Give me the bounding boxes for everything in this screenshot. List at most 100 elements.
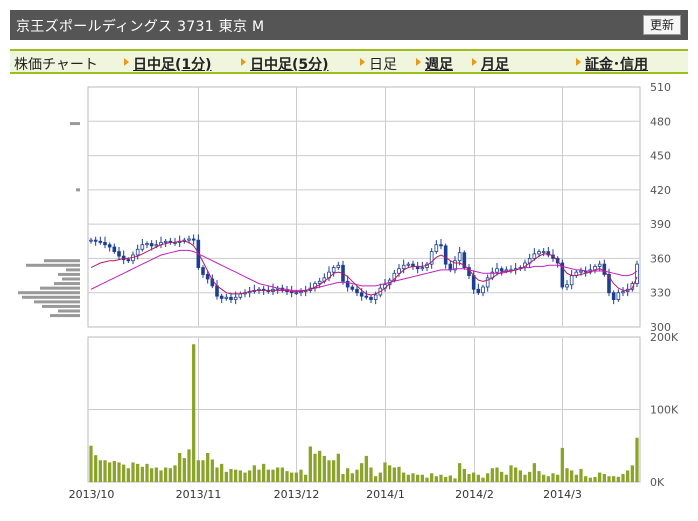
candle-body (201, 267, 205, 275)
candle-body (350, 286, 355, 290)
volume-bar (350, 473, 354, 482)
volume-bar (304, 474, 308, 482)
volume-bar (416, 474, 420, 482)
candle-body (135, 248, 140, 256)
candle-body (215, 285, 219, 297)
volume-bar (285, 471, 289, 482)
price-tick-label: 360 (650, 252, 671, 265)
volume-bar (462, 468, 466, 482)
candle-body (154, 244, 159, 247)
volume-bar (168, 468, 172, 482)
stock-chart: 3003303603904204504805100K100K200K2013/1… (18, 81, 679, 501)
candle-body (434, 244, 439, 252)
date-tick-label: 2014/3 (543, 488, 582, 501)
volume-bar (341, 474, 345, 482)
price-volume-bar (22, 295, 80, 299)
volume-bar (257, 469, 261, 482)
volume-bar (616, 476, 620, 482)
volume-bar (234, 469, 238, 482)
volume-bar (504, 474, 508, 482)
volume-bar (280, 467, 284, 482)
volume-bar (588, 477, 592, 482)
volume-bar (117, 462, 121, 482)
price-volume-bar (70, 122, 80, 126)
price-tick-label: 480 (650, 115, 671, 128)
volume-bar (532, 463, 536, 482)
candle-body (224, 296, 229, 299)
volume-bar (621, 474, 625, 482)
volume-bar (271, 469, 275, 482)
candle-body (187, 238, 191, 241)
date-tick-label: 2013/12 (274, 488, 320, 501)
date-tick-label: 2014/1 (366, 488, 405, 501)
price-volume-bar (62, 277, 80, 281)
volume-bar (439, 474, 443, 482)
candle-body (476, 288, 481, 294)
volume-bar (467, 474, 471, 482)
candle-body (611, 292, 616, 300)
volume-bar (136, 463, 140, 482)
candle-body (107, 244, 112, 248)
candle-body (126, 259, 131, 262)
price-volume-bar (54, 282, 80, 286)
volume-bar (290, 472, 294, 482)
price-volume-bar (58, 309, 80, 313)
volume-bar (556, 474, 560, 482)
volume-bar (276, 467, 280, 482)
price-tick-label: 510 (650, 81, 671, 94)
candle-body (406, 263, 411, 266)
volume-bar (378, 472, 382, 482)
volume-tick-label: 100K (650, 404, 679, 417)
candle-body (565, 284, 569, 288)
volume-bar (476, 474, 480, 482)
volume-bar (108, 462, 112, 482)
volume-bar (560, 447, 564, 482)
price-volume-bar (40, 286, 80, 290)
candle-body (205, 274, 210, 280)
price-volume-bar (34, 300, 80, 304)
volume-tick-label: 0K (650, 476, 665, 489)
candle-body (364, 295, 369, 298)
volume-bar (607, 476, 611, 482)
candle-body (191, 238, 196, 241)
volume-bar (89, 445, 93, 482)
volume-bar (406, 474, 410, 482)
volume-bar (453, 478, 457, 482)
volume-bar (294, 472, 298, 482)
candle-body (616, 292, 621, 300)
candle-body (336, 264, 341, 268)
date-tick-label: 2013/11 (176, 488, 222, 501)
volume-bar (537, 471, 541, 482)
date-tick-label: 2014/2 (455, 488, 494, 501)
volume-bar (210, 459, 214, 482)
candle-body (569, 275, 574, 286)
volume-bar (602, 474, 606, 482)
volume-bar (509, 465, 513, 482)
price-volume-bar (26, 263, 80, 267)
price-volume-bar (76, 188, 80, 192)
volume-bar (182, 458, 186, 482)
candle-body (355, 288, 359, 294)
volume-bar (472, 472, 476, 482)
volume-bar (140, 466, 144, 482)
volume-bar (332, 460, 336, 482)
price-tick-label: 330 (650, 287, 671, 300)
volume-bar (364, 455, 368, 482)
volume-bar (196, 460, 200, 482)
price-panel (87, 86, 641, 328)
price-tick-label: 450 (650, 150, 671, 163)
price-tick-label: 420 (650, 184, 671, 197)
price-volume-bar (50, 314, 80, 318)
volume-bar (164, 467, 168, 482)
candle-body (317, 280, 322, 284)
candle-body (495, 268, 499, 273)
candle-body (294, 292, 299, 295)
volume-bar (145, 463, 149, 482)
volume-bar (444, 476, 448, 482)
candle-body (579, 270, 583, 273)
volume-bar (126, 468, 130, 482)
volume-bar (500, 471, 504, 482)
candle-body (401, 264, 406, 270)
candle-body (103, 242, 107, 246)
candle-body (331, 267, 336, 273)
